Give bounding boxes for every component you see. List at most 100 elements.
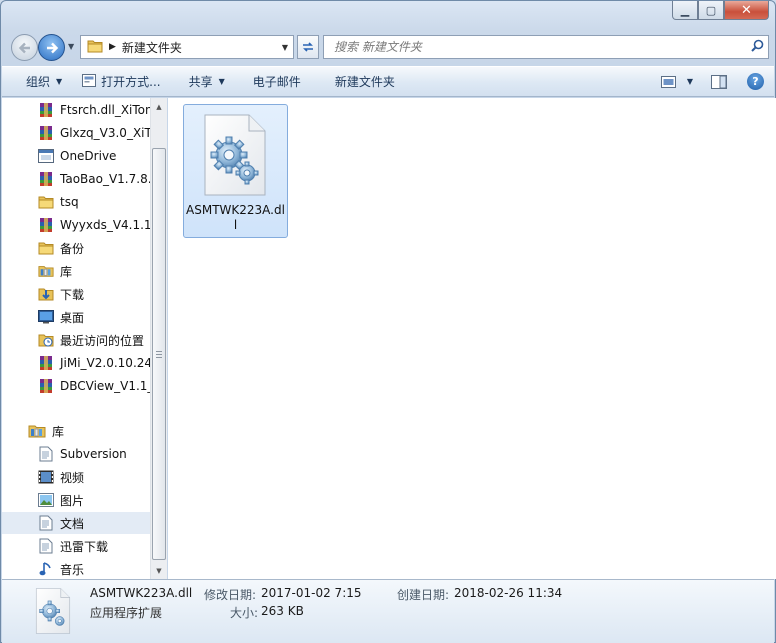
address-history-dropdown-icon[interactable]: ▼ <box>282 43 288 52</box>
change-view-button[interactable]: ▼ <box>660 75 693 88</box>
size-label: 大小: <box>230 606 259 620</box>
created-date-value: 2018-02-26 11:34 <box>454 586 563 600</box>
search-icon[interactable] <box>746 39 768 56</box>
nav-item-label: Ftsrch.dll_XiTon <box>60 103 150 117</box>
folder-icon <box>38 240 54 256</box>
dll-gear-icon <box>204 114 266 196</box>
nav-item[interactable]: 最近访问的位置 <box>2 329 150 351</box>
nav-item[interactable]: OneDrive <box>2 145 150 167</box>
rar-archive-icon <box>38 217 54 233</box>
help-button[interactable]: ? <box>747 73 764 90</box>
organize-menu[interactable]: 组织 ▼ <box>2 67 72 96</box>
new-folder-label: 新建文件夹 <box>334 75 395 89</box>
nav-library-item[interactable]: 图片 <box>2 489 150 511</box>
command-bar: 组织 ▼ 打开方式... 共享 ▼ 电子邮件 新建文件夹 ▼ ? <box>2 66 774 97</box>
nav-library-item[interactable]: 文档 <box>2 512 150 534</box>
nav-library-item[interactable]: 视频 <box>2 466 150 488</box>
document-library-icon <box>38 515 54 531</box>
nav-item[interactable]: 下载 <box>2 283 150 305</box>
nav-library-item[interactable]: 音乐 <box>2 558 150 579</box>
nav-library-item-label: 文档 <box>60 516 85 531</box>
open-with-icon <box>82 73 97 90</box>
file-list-pane[interactable]: ASMTWK223A.dll <box>168 98 776 579</box>
nav-item[interactable]: 备份 <box>2 237 150 259</box>
size-value: 263 KB <box>261 604 304 618</box>
rar-archive-icon <box>38 171 54 187</box>
nav-item[interactable]: DBCView_V1.1_ <box>2 375 150 397</box>
nav-item-label: Glxzq_V3.0_XiTo <box>60 126 150 140</box>
nav-library-item[interactable]: 迅雷下载 <box>2 535 150 557</box>
view-controls: ▼ ? <box>647 67 764 96</box>
back-arrow-icon <box>18 42 30 53</box>
nav-item[interactable]: Glxzq_V3.0_XiTo <box>2 122 150 144</box>
minimize-button[interactable]: ▁ <box>672 1 698 20</box>
view-icon <box>660 75 676 88</box>
scroll-up-icon[interactable]: ▲ <box>151 98 167 115</box>
nav-library-item-label: 图片 <box>60 493 85 508</box>
open-with-button[interactable]: 打开方式... <box>72 67 170 96</box>
download-folder-icon <box>38 286 54 302</box>
details-file-type: 应用程序扩展 <box>90 606 163 620</box>
refresh-button[interactable] <box>297 35 319 59</box>
new-folder-button[interactable]: 新建文件夹 <box>311 67 405 96</box>
email-button[interactable]: 电子邮件 <box>235 67 311 96</box>
maximize-button[interactable]: ▢ <box>698 1 724 20</box>
nav-item[interactable]: tsq <box>2 191 150 213</box>
nav-item[interactable]: 库 <box>2 260 150 282</box>
recent-places-icon <box>38 332 54 348</box>
dll-gear-icon <box>35 588 71 634</box>
chevron-down-icon: ▼ <box>218 77 225 86</box>
details-file-name: ASMTWK223A.dll <box>90 586 193 600</box>
open-with-label: 打开方式... <box>101 75 161 89</box>
share-menu[interactable]: 共享 ▼ <box>171 67 235 96</box>
address-bar[interactable]: ▶ 新建文件夹 ▼ <box>80 35 294 59</box>
nav-item[interactable]: Ftsrch.dll_XiTon <box>2 99 150 121</box>
created-date-label: 创建日期: <box>397 588 450 602</box>
rar-archive-icon <box>38 378 54 394</box>
document-library-icon <box>38 538 54 554</box>
grip-icon <box>156 350 162 358</box>
nav-library-item-label: Subversion <box>60 447 127 461</box>
search-box[interactable] <box>323 35 769 59</box>
preview-pane-button[interactable] <box>711 74 727 89</box>
close-button[interactable]: ✕ <box>724 1 769 20</box>
nav-library-item[interactable]: Subversion <box>2 443 150 465</box>
scrollbar-thumb[interactable] <box>152 148 166 560</box>
breadcrumb-current-folder[interactable]: 新建文件夹 <box>122 39 182 56</box>
breadcrumb-separator-icon[interactable]: ▶ <box>109 42 116 52</box>
nav-item[interactable]: 桌面 <box>2 306 150 328</box>
nav-item[interactable]: JiMi_V2.0.10.24_ <box>2 352 150 374</box>
nav-library-item-label: 视频 <box>60 470 85 485</box>
forward-button[interactable] <box>38 34 65 61</box>
details-pane: ASMTWK223A.dll 应用程序扩展 修改日期: 2017-01-02 7… <box>2 579 774 643</box>
folder-icon <box>87 39 103 56</box>
file-item[interactable]: ASMTWK223A.dll <box>183 104 288 238</box>
nav-item-label: DBCView_V1.1_ <box>60 379 150 393</box>
explorer-window: ▁ ▢ ✕ ▼ ▶ 新建文件夹 ▼ 搜索 新建文件夹 组织 ▼ 打开方式... … <box>0 0 776 643</box>
nav-item-label: OneDrive <box>60 149 117 163</box>
nav-item-label: 库 <box>60 264 73 279</box>
maximize-icon: ▢ <box>705 3 717 17</box>
share-label: 共享 <box>188 75 213 89</box>
caption-buttons: ▁ ▢ ✕ <box>672 1 769 20</box>
recent-pages-dropdown-icon[interactable]: ▼ <box>68 42 74 51</box>
scroll-down-icon[interactable]: ▼ <box>151 562 167 579</box>
back-button[interactable] <box>11 34 38 61</box>
rar-archive-icon <box>38 125 54 141</box>
nav-library-header[interactable]: 库 <box>2 420 150 442</box>
forward-arrow-icon <box>46 42 58 53</box>
nav-library-header-label: 库 <box>52 424 65 439</box>
nav-item-label: 桌面 <box>60 310 85 325</box>
nav-item-label: Wyyxds_V4.1.1. <box>60 218 150 232</box>
chevron-down-icon[interactable]: ▼ <box>687 77 693 86</box>
modified-date-label: 修改日期: <box>204 588 257 602</box>
nav-item[interactable]: TaoBao_V1.7.8. <box>2 168 150 190</box>
navigation-scrollbar[interactable]: ▲ ▼ <box>150 98 167 579</box>
picture-library-icon <box>38 492 54 508</box>
nav-library-item-label: 音乐 <box>60 562 85 577</box>
nav-item-label: JiMi_V2.0.10.24_ <box>60 356 150 370</box>
rar-archive-icon <box>38 355 54 371</box>
nav-item-label: 最近访问的位置 <box>60 333 145 348</box>
search-input[interactable] <box>334 37 746 57</box>
nav-item[interactable]: Wyyxds_V4.1.1. <box>2 214 150 236</box>
